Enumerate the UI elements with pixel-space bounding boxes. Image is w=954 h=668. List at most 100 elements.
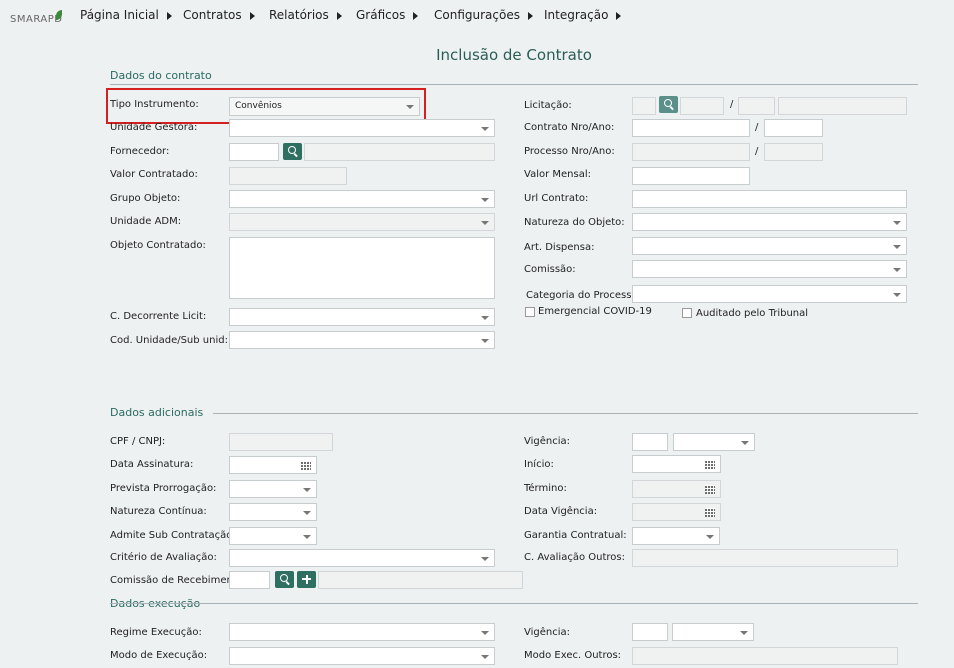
nav-integracao[interactable]: Integração (544, 8, 622, 22)
chevron-down-icon (893, 221, 901, 225)
label-processo-nro: Processo Nro/Ano: (524, 146, 615, 157)
url-contrato-input[interactable] (632, 190, 907, 208)
grupo-objeto-select[interactable] (229, 190, 495, 208)
vigencia-execucao-unit-select[interactable] (672, 623, 754, 641)
caret-right-icon (616, 11, 622, 20)
chevron-down-icon (481, 557, 489, 561)
modo-exec-outros-field (632, 647, 898, 665)
label-valor-mensal: Valor Mensal: (524, 169, 591, 180)
criterio-avaliacao-select[interactable] (229, 549, 495, 567)
section-divider (110, 84, 918, 85)
nav-label: Contratos (183, 8, 242, 22)
auditado-checkbox[interactable] (682, 308, 692, 318)
section-divider (110, 603, 918, 604)
termino-field (632, 480, 721, 498)
vigencia-input[interactable] (632, 433, 668, 451)
calendar-icon[interactable] (301, 461, 311, 470)
comissao-recebimento-input[interactable] (229, 571, 270, 589)
licitacao-year-field (738, 97, 775, 115)
nav-label: Relatórios (269, 8, 329, 22)
modo-execucao-select[interactable] (229, 647, 495, 665)
label-admite-sub: Admite Sub Contratação: (110, 530, 236, 541)
valor-mensal-input[interactable] (632, 167, 750, 185)
search-icon (288, 146, 296, 154)
comissao-search-button[interactable] (275, 571, 294, 588)
label-vigencia: Vigência: (524, 436, 571, 447)
smarapd-logo[interactable]: SMARAPD (10, 8, 62, 30)
natureza-continua-select[interactable] (229, 503, 317, 521)
admite-sub-select[interactable] (229, 527, 317, 545)
chevron-down-icon (481, 339, 489, 343)
section-dados-contrato: Dados do contrato (110, 69, 212, 82)
page-title: Inclusão de Contrato (436, 46, 592, 64)
chevron-down-icon (481, 631, 489, 635)
label-auditado: Auditado pelo Tribunal (696, 308, 809, 319)
regime-execucao-select[interactable] (229, 623, 495, 641)
chevron-down-icon (303, 511, 311, 515)
chevron-down-icon (481, 127, 489, 131)
inicio-input[interactable] (632, 455, 721, 473)
unidade-gestora-select[interactable] (229, 119, 495, 137)
vigencia-execucao-input[interactable] (632, 623, 668, 641)
nav-label: Página Inicial (80, 8, 159, 22)
caret-right-icon (413, 11, 419, 20)
label-art-dispensa: Art. Dispensa: (524, 242, 595, 253)
comissao-add-button[interactable] (297, 571, 316, 588)
cpf-cnpj-field (229, 433, 333, 451)
fornecedor-code-input[interactable] (229, 143, 279, 161)
caret-right-icon (249, 11, 255, 20)
data-assinatura-input[interactable] (229, 456, 317, 474)
nav-graficos[interactable]: Gráficos (356, 8, 419, 22)
label-criterio-avaliacao: Critério de Avaliação: (110, 552, 217, 563)
label-natureza-continua: Natureza Contínua: (110, 506, 207, 517)
nav-configuracoes[interactable]: Configurações (434, 8, 533, 22)
label-emergencial: Emergencial COVID-19 (538, 306, 652, 317)
chevron-down-icon (481, 316, 489, 320)
art-dispensa-select[interactable] (632, 237, 907, 255)
calendar-icon (705, 508, 715, 517)
search-icon (280, 574, 288, 582)
label-data-vigencia: Data Vigência: (524, 506, 598, 517)
nav-label: Gráficos (356, 8, 406, 22)
chevron-down-icon (706, 535, 714, 539)
label-modo-exec-outros: Modo Exec. Outros: (524, 650, 622, 661)
vigencia-unit-select[interactable] (673, 433, 755, 451)
comissao-select[interactable] (632, 260, 907, 278)
label-unidade-gestora: Unidade Gestora: (110, 122, 198, 133)
nav-relatorios[interactable]: Relatórios (269, 8, 342, 22)
licitacao-search-button[interactable] (659, 96, 678, 113)
garantia-select[interactable] (632, 527, 720, 545)
contrato-nro-input[interactable] (632, 119, 750, 137)
label-licitacao: Licitação: (524, 100, 572, 111)
fornecedor-name-field (304, 143, 495, 161)
objeto-contratado-textarea[interactable] (229, 237, 495, 299)
label-prevista-prorrogacao: Prevista Prorrogação: (110, 483, 217, 494)
emergencial-checkbox[interactable] (525, 307, 535, 317)
prevista-prorrogacao-select[interactable] (229, 480, 317, 498)
chevron-down-icon (303, 535, 311, 539)
label-data-assinatura: Data Assinatura: (110, 459, 194, 470)
licitacao-desc-field (778, 97, 907, 115)
label-contrato-nro: Contrato Nro/Ano: (524, 122, 615, 133)
fornecedor-search-button[interactable] (283, 143, 302, 160)
contrato-ano-input[interactable] (764, 119, 823, 137)
section-divider (213, 413, 918, 414)
nav-contratos[interactable]: Contratos (183, 8, 255, 22)
label-c-decorrente: C. Decorrente Licit: (110, 311, 207, 322)
nav-pagina-inicial[interactable]: Página Inicial (80, 8, 172, 22)
label-garantia: Garantia Contratual: (524, 530, 627, 541)
calendar-icon[interactable] (705, 460, 715, 469)
label-comissao-recebimento: Comissão de Recebimento: (110, 575, 247, 586)
chevron-down-icon (481, 198, 489, 202)
c-decorrente-select[interactable] (229, 308, 495, 326)
data-vigencia-field (632, 503, 721, 521)
search-icon (664, 99, 672, 107)
nav-label: Configurações (434, 8, 520, 22)
cod-unidade-select[interactable] (229, 331, 495, 349)
label-categoria-processo: Categoria do Processo: (526, 290, 641, 301)
natureza-objeto-select[interactable] (632, 213, 907, 231)
categoria-processo-select[interactable] (632, 285, 907, 303)
slash-separator: / (730, 99, 734, 110)
caret-right-icon (336, 11, 342, 20)
unidade-adm-select[interactable] (229, 213, 495, 231)
